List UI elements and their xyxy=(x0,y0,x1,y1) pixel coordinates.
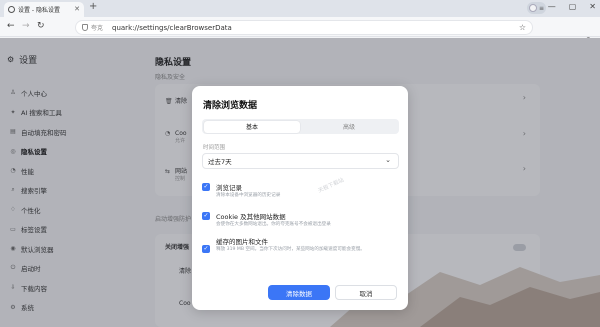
tab-title: 设置 - 隐私设置 xyxy=(18,7,60,14)
history-checkbox[interactable]: ✓ xyxy=(202,183,210,191)
address-bar[interactable]: 夸克 quark://settings/clearBrowserData ☆ xyxy=(75,20,533,35)
option-title: 浏览记录 xyxy=(216,184,242,192)
tab-close-icon[interactable]: ✕ xyxy=(74,5,80,13)
chevron-down-icon: ⌄ xyxy=(385,156,391,164)
option-desc: 会使你在大多数网站退出。你的夸克账号不会被退出登录 xyxy=(216,222,331,227)
close-window-button[interactable]: ✕ xyxy=(589,2,596,11)
cache-checkbox[interactable]: ✓ xyxy=(202,245,210,253)
reload-button[interactable]: ↻ xyxy=(37,21,45,31)
dialog-tabs: 基本 高级 xyxy=(202,119,399,134)
watermark: 天极下载站 xyxy=(317,177,345,195)
toolbar: ← → ↻ 夸克 quark://settings/clearBrowserDa… xyxy=(0,17,600,47)
time-range-value: 过去7天 xyxy=(208,158,232,166)
option-title: 缓存的图片和文件 xyxy=(216,238,268,246)
cancel-button[interactable]: 取消 xyxy=(335,285,397,300)
tab-bar: 设置 - 隐私设置 ✕ + ≡ — ▢ ✕ xyxy=(0,0,600,17)
cookies-checkbox[interactable]: ✓ xyxy=(202,212,210,220)
dialog-title: 清除浏览数据 xyxy=(203,101,258,111)
option-title: Cookie 及其他网站数据 xyxy=(216,213,286,221)
url-text[interactable]: quark://settings/clearBrowserData xyxy=(112,24,232,32)
minimize-button[interactable]: — xyxy=(548,2,556,11)
option-desc: 释放 319 MB 空间。当你下次访问时，某些网站的加载速度可能会变慢。 xyxy=(216,247,365,252)
browser-window: 设置 - 隐私设置 ✕ + ≡ — ▢ ✕ ← → ↻ 夸克 quark://s… xyxy=(0,0,600,327)
new-tab-button[interactable]: + xyxy=(89,1,97,12)
settings-favicon-icon xyxy=(8,6,15,13)
profile-button[interactable]: ≡ xyxy=(527,2,546,14)
tab-settings[interactable]: 设置 - 隐私设置 ✕ xyxy=(4,2,84,17)
maximize-button[interactable]: ▢ xyxy=(569,2,577,11)
forward-button[interactable]: → xyxy=(22,21,30,31)
time-range-label: 时间范围 xyxy=(203,145,226,151)
clear-data-button[interactable]: 清除数据 xyxy=(268,285,330,300)
menu-icon: ≡ xyxy=(539,4,545,12)
window-controls: — ▢ ✕ xyxy=(548,2,596,11)
tab-basic[interactable]: 基本 xyxy=(204,120,300,133)
tab-advanced[interactable]: 高级 xyxy=(301,121,397,133)
avatar xyxy=(529,4,537,12)
back-button[interactable]: ← xyxy=(7,21,15,31)
url-brand: 夸克 xyxy=(91,25,104,32)
time-range-select[interactable]: 过去7天 ⌄ xyxy=(202,153,399,169)
clear-browsing-data-dialog: 清除浏览数据 基本 高级 时间范围 过去7天 ⌄ ✓ 浏览记录 清除本设备中浏览… xyxy=(192,86,408,310)
option-desc: 清除本设备中浏览器的历史记录 xyxy=(216,193,281,198)
shield-icon xyxy=(82,24,88,31)
bookmark-star-icon[interactable]: ☆ xyxy=(519,23,526,32)
